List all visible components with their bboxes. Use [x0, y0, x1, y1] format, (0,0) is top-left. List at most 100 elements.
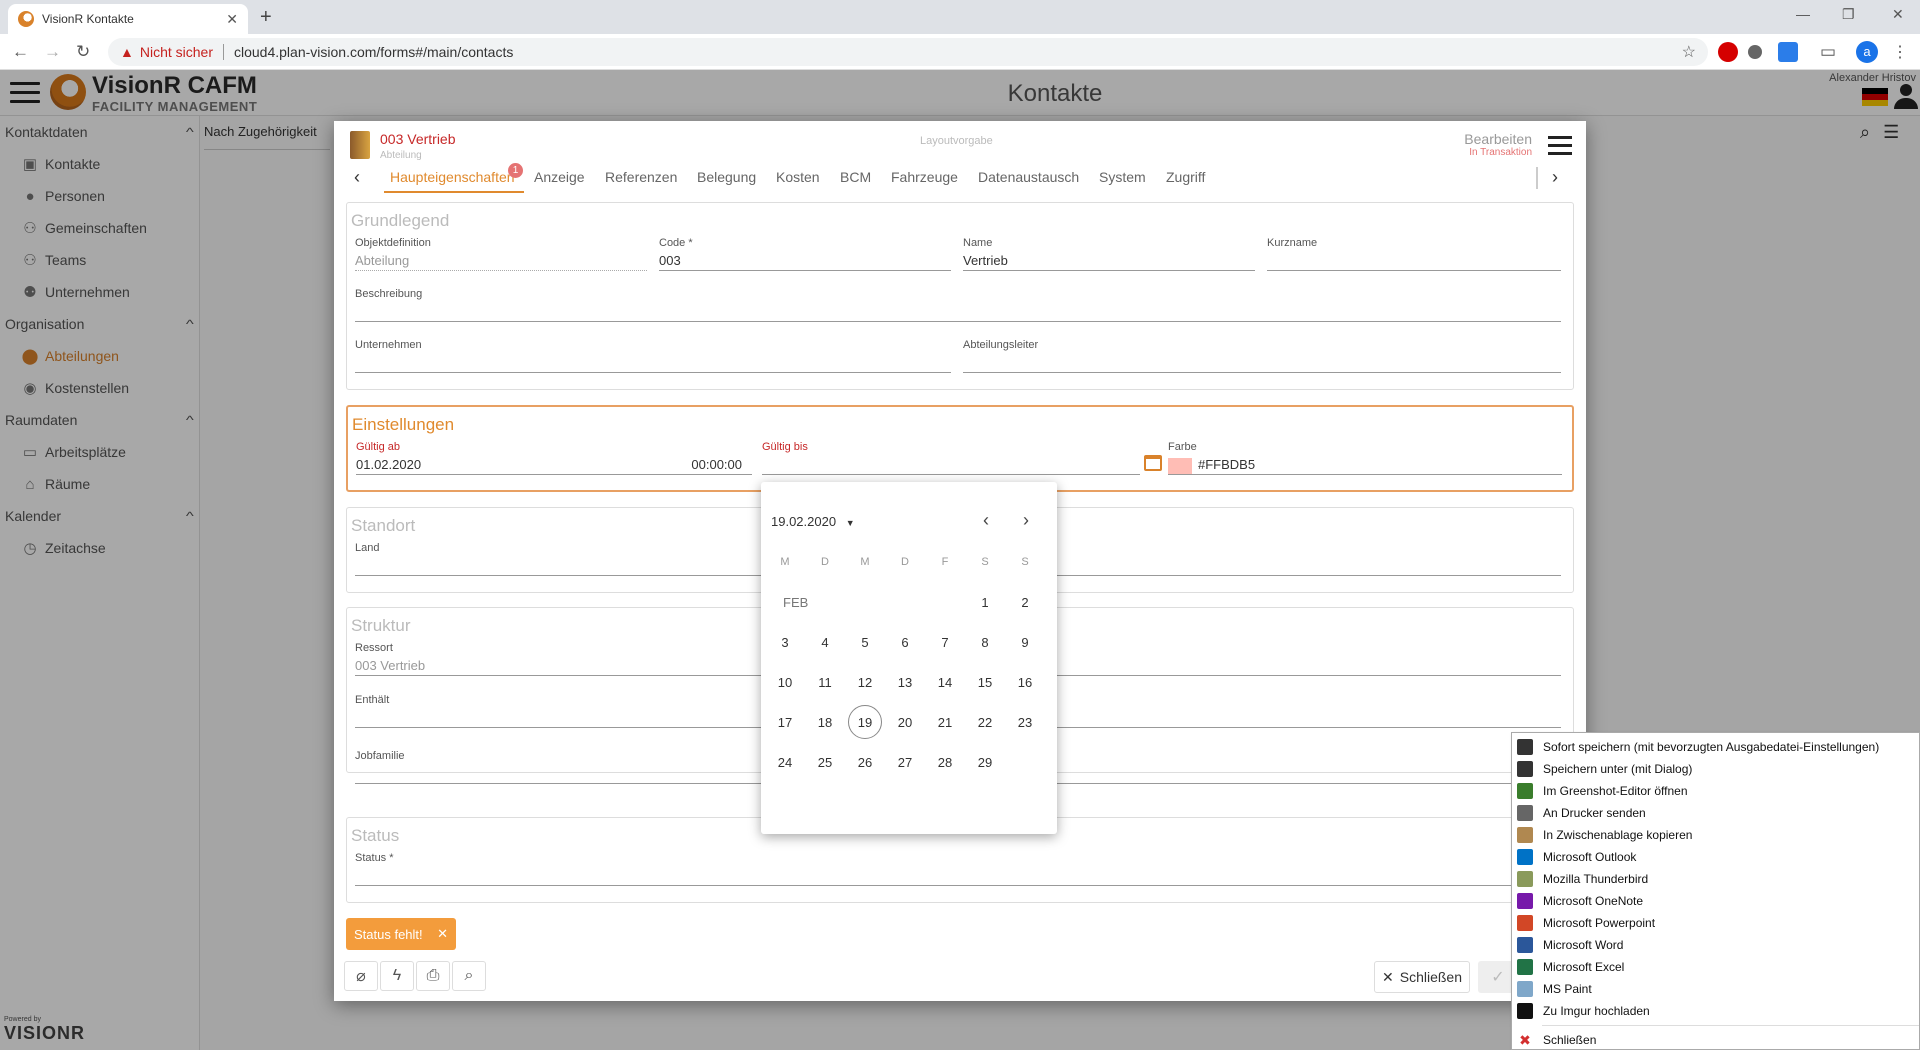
menu-item-paint[interactable]: MS Paint [1512, 978, 1919, 1000]
reload-icon[interactable]: ↻ [76, 42, 90, 62]
tab-system[interactable]: System [1099, 169, 1146, 185]
menu-item-print[interactable]: An Drucker senden [1512, 802, 1919, 824]
field-value[interactable] [355, 304, 1561, 322]
cast-icon[interactable]: ▭ [1820, 42, 1836, 62]
tab-datenaustausch[interactable]: Datenaustausch [978, 169, 1079, 185]
minimize-icon[interactable]: — [1796, 6, 1810, 22]
tab-kosten[interactable]: Kosten [776, 169, 820, 185]
tab-bcm[interactable]: BCM [840, 169, 871, 185]
gueltig-ab-field[interactable]: Gültig ab 01.02.2020 00:00:00 [356, 441, 752, 475]
url-text[interactable]: cloud4.plan-vision.com/forms#/main/conta… [234, 44, 513, 60]
field-value[interactable] [762, 457, 1140, 475]
calendar-day[interactable]: 13 [885, 665, 925, 699]
tab-zugriff[interactable]: Zugriff [1166, 169, 1205, 185]
bookmark-star-icon[interactable]: ☆ [1682, 42, 1696, 62]
back-icon[interactable]: ← [12, 42, 29, 62]
calendar-day[interactable]: 29 [965, 745, 1005, 779]
calendar-day[interactable]: 12 [845, 665, 885, 699]
menu-item-thunderbird[interactable]: Mozilla Thunderbird [1512, 868, 1919, 890]
menu-item-save-as[interactable]: Speichern unter (mit Dialog) [1512, 758, 1919, 780]
calendar-day[interactable]: 15 [965, 665, 1005, 699]
calendar-day[interactable]: 17 [765, 705, 805, 739]
search-icon[interactable]: ⌕ [452, 961, 486, 991]
calendar-day-today[interactable]: 19 [848, 705, 882, 739]
calendar-day[interactable]: 24 [765, 745, 805, 779]
menu-item-clipboard[interactable]: In Zwischenablage kopieren [1512, 824, 1919, 846]
layout-selector[interactable]: Layoutvorgabe [920, 135, 993, 147]
field-value[interactable] [1267, 253, 1561, 271]
field-value[interactable]: 003 [659, 253, 951, 271]
kurzname-field[interactable]: Kurzname [1267, 237, 1561, 271]
menu-item-word[interactable]: Microsoft Word [1512, 934, 1919, 956]
calendar-icon[interactable] [1144, 455, 1162, 471]
calendar-day[interactable]: 14 [925, 665, 965, 699]
menu-item-save-now[interactable]: Sofort speichern (mit bevorzugten Ausgab… [1512, 736, 1919, 758]
beschreibung-field[interactable]: Beschreibung [355, 288, 1561, 322]
menu-item-outlook[interactable]: Microsoft Outlook [1512, 846, 1919, 868]
new-tab-button[interactable]: + [260, 6, 272, 29]
attachment-icon[interactable]: ⌀ [344, 961, 378, 991]
tab-referenzen[interactable]: Referenzen [605, 169, 677, 185]
insecure-label[interactable]: Nicht sicher [140, 44, 213, 60]
close-button[interactable]: ✕ Schließen [1374, 961, 1470, 993]
field-value[interactable]: Vertrieb [963, 253, 1255, 271]
calendar-day[interactable]: 16 [1005, 665, 1045, 699]
calendar-day[interactable]: 27 [885, 745, 925, 779]
calendar-day[interactable]: 26 [845, 745, 885, 779]
calendar-day[interactable]: 2 [1005, 585, 1045, 619]
tab-haupteigenschaften[interactable]: Haupteigenschaften [390, 169, 515, 185]
calendar-day[interactable]: 21 [925, 705, 965, 739]
lightning-icon[interactable]: ϟ [380, 961, 414, 991]
restore-icon[interactable]: ❐ [1842, 6, 1855, 23]
field-value[interactable] [355, 355, 951, 373]
unternehmen-field[interactable]: Unternehmen [355, 339, 951, 373]
calendar-day[interactable]: 23 [1005, 705, 1045, 739]
calendar-day[interactable]: 28 [925, 745, 965, 779]
color-swatch[interactable] [1168, 457, 1192, 474]
calendar-day[interactable]: 5 [845, 625, 885, 659]
menu-item-close[interactable]: ✖ Schließen [1512, 1029, 1919, 1050]
extension-icon[interactable] [1748, 45, 1762, 59]
calendar-day[interactable]: 11 [805, 665, 845, 699]
month-year-selector[interactable]: 19.02.2020 ▼ [771, 514, 855, 529]
next-month-icon[interactable]: › [1023, 510, 1029, 531]
abteilungsleiter-field[interactable]: Abteilungsleiter [963, 339, 1561, 373]
tabs-right-arrow-icon[interactable]: › [1552, 167, 1558, 188]
farbe-field[interactable]: Farbe #FFBDB5 [1168, 441, 1562, 475]
close-window-icon[interactable]: ✕ [1892, 6, 1904, 23]
field-value[interactable] [963, 355, 1561, 373]
tab-belegung[interactable]: Belegung [697, 169, 756, 185]
forward-icon[interactable]: → [44, 42, 61, 62]
gueltig-bis-field[interactable]: Gültig bis [762, 441, 1140, 475]
printer-icon[interactable]: ⎙ [416, 961, 450, 991]
tab-anzeige[interactable]: Anzeige [534, 169, 585, 185]
omnibox[interactable]: ▲ Nicht sicher cloud4.plan-vision.com/fo… [108, 38, 1708, 66]
status-field[interactable]: Status * [355, 852, 1561, 886]
prev-month-icon[interactable]: ‹ [983, 510, 989, 531]
dialog-menu-icon[interactable] [1548, 136, 1572, 160]
name-field[interactable]: Name Vertrieb [963, 237, 1255, 271]
close-tab-icon[interactable]: ✕ [226, 11, 238, 28]
status-missing-chip[interactable]: Status fehlt! ✕ [346, 918, 456, 950]
calendar-day[interactable]: 20 [885, 705, 925, 739]
menu-item-excel[interactable]: Microsoft Excel [1512, 956, 1919, 978]
objektdefinition-field[interactable]: Objektdefinition Abteilung [355, 237, 647, 271]
adblock-extension-icon[interactable] [1718, 42, 1738, 62]
calendar-day[interactable]: 22 [965, 705, 1005, 739]
code-field[interactable]: Code * 003 [659, 237, 951, 271]
menu-item-powerpoint[interactable]: Microsoft Powerpoint [1512, 912, 1919, 934]
time-value[interactable]: 00:00:00 [691, 457, 752, 474]
tabs-left-arrow-icon[interactable]: ‹ [354, 167, 360, 188]
menu-item-imgur[interactable]: Zu Imgur hochladen [1512, 1000, 1919, 1022]
calendar-day[interactable]: 25 [805, 745, 845, 779]
field-value[interactable] [355, 868, 1561, 886]
calendar-day[interactable]: 3 [765, 625, 805, 659]
calendar-day[interactable]: 8 [965, 625, 1005, 659]
calendar-day[interactable]: 6 [885, 625, 925, 659]
close-icon[interactable]: ✕ [437, 926, 448, 942]
menu-item-greenshot-editor[interactable]: Im Greenshot-Editor öffnen [1512, 780, 1919, 802]
date-value[interactable]: 01.02.2020 [356, 457, 421, 474]
calendar-day[interactable]: 7 [925, 625, 965, 659]
field-value[interactable]: #FFBDB5 [1168, 457, 1562, 475]
calendar-day[interactable]: 18 [805, 705, 845, 739]
